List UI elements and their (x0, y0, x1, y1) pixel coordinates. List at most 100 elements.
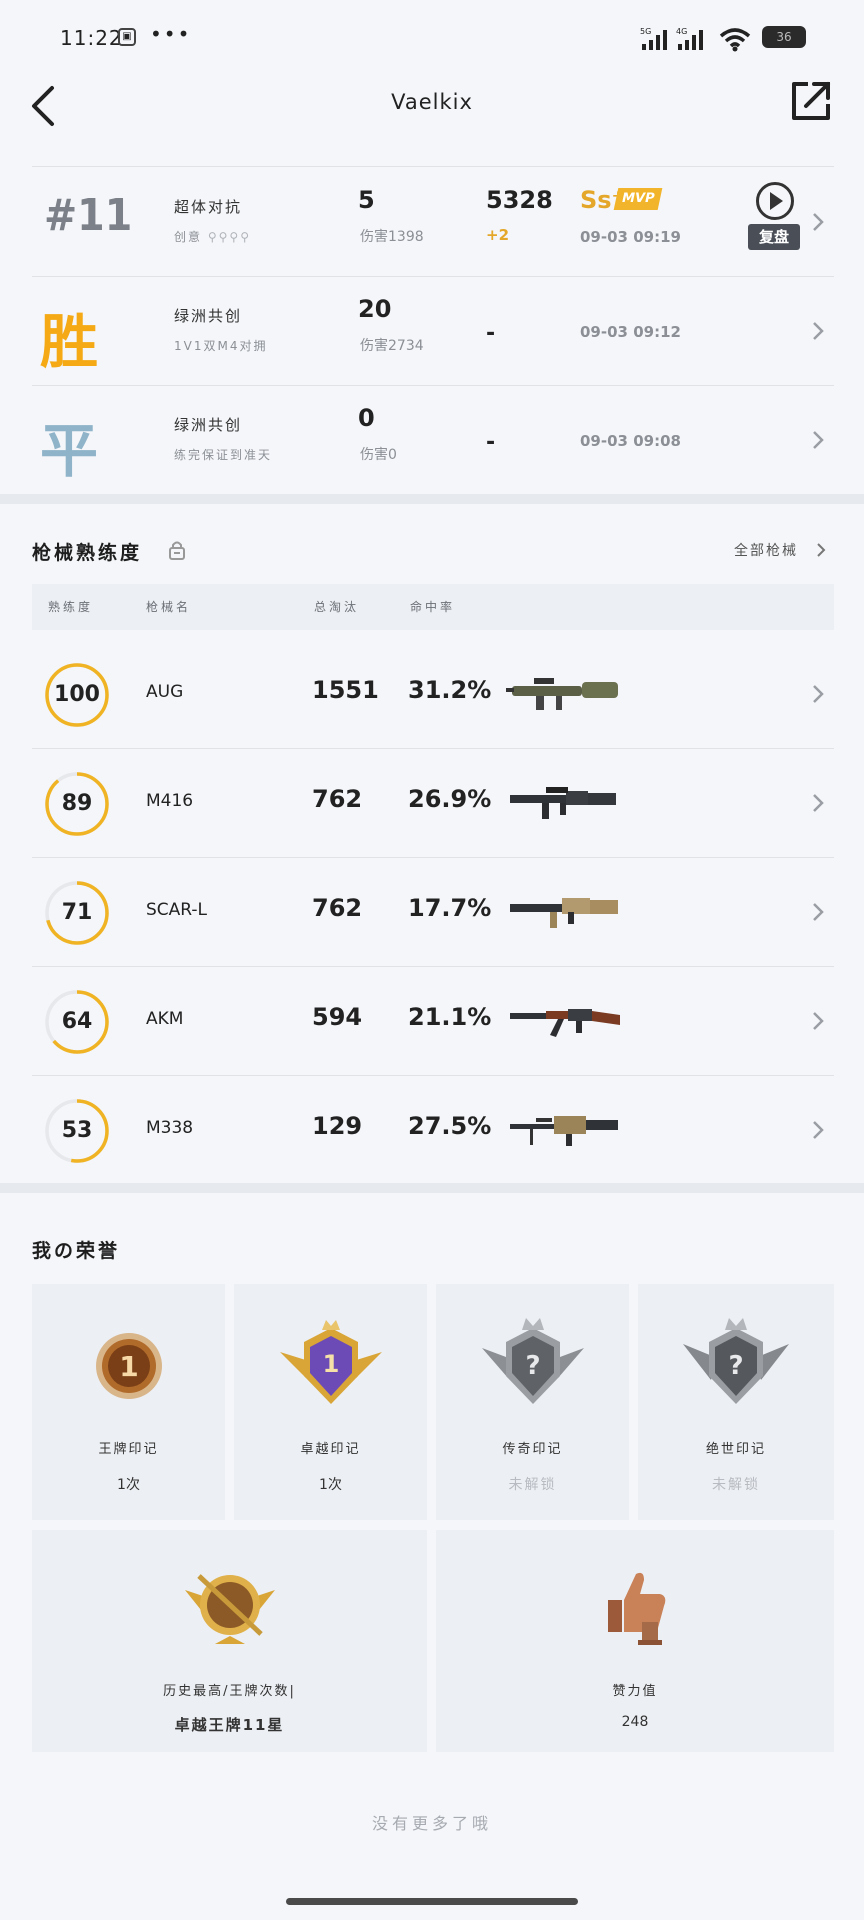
col-proficiency: 熟练度 (48, 600, 94, 614)
weapon-kills: 762 (312, 894, 363, 922)
match-row[interactable]: #11 超体对抗 创意 ⚲⚲⚲⚲ 5 伤害1398 5328 +2 Ss⁺ MV… (0, 168, 864, 276)
weapon-kills: 594 (312, 1003, 363, 1031)
honor-card-likes[interactable]: 赞力值 248 (436, 1530, 834, 1752)
weapon-row[interactable]: 89 M416 762 26.9% (0, 749, 864, 858)
peerless-mark-locked-icon: ? (683, 1318, 789, 1404)
match-rank: #11 (44, 190, 133, 241)
section-divider (0, 1183, 864, 1193)
share-icon[interactable] (786, 76, 836, 126)
team-icon: ⚲⚲⚲⚲ (207, 230, 251, 244)
page-title: Vaelkix (391, 90, 473, 114)
match-row[interactable]: 平 绿洲共创 练完保证到准天 0 伤害0 - 09-03 09:08 (0, 386, 864, 494)
honor-card-highest-ace[interactable]: 历史最高/王牌次数| 卓越王牌11星 (32, 1530, 427, 1752)
chevron-right-icon (813, 322, 824, 340)
col-accuracy: 命中率 (410, 600, 456, 614)
match-kills: 5 (358, 186, 375, 214)
highest-ace-emblem-icon (184, 1574, 275, 1644)
m338-gun-icon (510, 1116, 618, 1146)
honors-section-title: 我の荣誉 (32, 1240, 121, 1262)
signal-5g-icon: 5G (640, 27, 667, 50)
proficiency-value: 100 (54, 682, 100, 707)
svg-text:1: 1 (322, 1350, 339, 1378)
weapon-accuracy: 21.1% (408, 1003, 492, 1031)
home-indicator[interactable] (286, 1898, 578, 1905)
svg-text:?: ? (525, 1351, 540, 1381)
honor-locked-status: 未解锁 (712, 1477, 760, 1493)
mvp-badge: MVP (613, 188, 663, 210)
honor-count: 1次 (117, 1477, 140, 1493)
proficiency-value: 89 (61, 791, 93, 816)
score-delta: +2 (486, 226, 510, 244)
weapon-name: M338 (146, 1118, 194, 1138)
honor-value: 卓越王牌11星 (174, 1716, 285, 1734)
status-bar: 11:22 ▣ ••• 5G 4G 36 (0, 0, 864, 76)
match-kills: 0 (358, 404, 375, 432)
col-total-kills: 总淘汰 (314, 600, 360, 614)
weapon-accuracy: 17.7% (408, 894, 492, 922)
weapon-row[interactable]: 71 SCAR-L 762 17.7% (0, 858, 864, 967)
win-badge: 胜 (40, 308, 99, 376)
weapon-row[interactable]: 53 M338 129 27.5% (0, 1076, 864, 1185)
match-damage: 伤害2734 (360, 338, 424, 354)
weapon-accuracy: 26.9% (408, 785, 492, 813)
proficiency-value: 71 (61, 900, 93, 925)
weapon-row[interactable]: 100 AUG 1551 31.2% (0, 640, 864, 749)
svg-text:?: ? (728, 1351, 743, 1381)
match-submode: 练完保证到准天 (174, 448, 273, 462)
chevron-right-icon (813, 903, 824, 921)
honor-name: 王牌印记 (98, 1442, 159, 1457)
proficiency-value: 53 (61, 1118, 93, 1143)
match-score: - (486, 430, 496, 455)
match-mode: 绿洲共创 (174, 307, 243, 325)
match-date: 09-03 09:12 (580, 323, 681, 341)
all-weapons-link[interactable]: 全部枪械 (734, 540, 798, 560)
weapon-kills: 1551 (312, 676, 379, 704)
weapon-name: SCAR-L (146, 900, 208, 920)
chevron-right-icon (813, 1121, 824, 1139)
chevron-right-icon[interactable] (814, 540, 828, 560)
weapon-name: M416 (146, 791, 194, 811)
match-score: - (486, 321, 496, 346)
chevron-right-icon (813, 431, 824, 449)
ace-mark-emblem-icon: 1 (95, 1333, 162, 1399)
weapon-accuracy: 31.2% (408, 676, 492, 704)
end-of-list-text: 没有更多了哦 (371, 1814, 492, 1833)
honor-card-peerless[interactable]: ? 绝世印记 未解锁 (638, 1284, 834, 1520)
match-damage: 伤害1398 (360, 229, 424, 245)
honor-card-excellence[interactable]: 1 卓越印记 1次 (234, 1284, 427, 1520)
legend-mark-locked-icon: ? (481, 1318, 584, 1404)
chevron-right-icon (813, 685, 824, 703)
honor-locked-status: 未解锁 (508, 1477, 557, 1493)
honor-card-legend[interactable]: ? 传奇印记 未解锁 (436, 1284, 629, 1520)
match-score: 5328 (486, 186, 553, 214)
weapons-table-header: 熟练度 枪械名 总淘汰 命中率 (32, 584, 834, 630)
match-submode: 创意 ⚲⚲⚲⚲ (174, 230, 251, 244)
match-row[interactable]: 胜 绿洲共创 1V1双M4对拥 20 伤害2734 - 09-03 09:12 (0, 277, 864, 385)
svg-text:1: 1 (119, 1350, 138, 1383)
match-submode: 1V1双M4对拥 (174, 339, 268, 353)
match-kills: 20 (358, 295, 392, 323)
section-divider (0, 494, 864, 504)
signal-4g-icon: 4G (676, 27, 703, 50)
honor-value: 248 (621, 1714, 649, 1730)
match-mode: 绿洲共创 (174, 416, 243, 434)
chevron-right-icon (813, 794, 824, 812)
chevron-right-icon (813, 1012, 824, 1030)
honor-name: 历史最高/王牌次数| (163, 1684, 296, 1699)
honor-name: 绝世印记 (705, 1442, 766, 1457)
chevron-right-icon (813, 213, 824, 231)
notification-icon: ▣ (118, 28, 136, 46)
thumbs-up-icon (608, 1572, 666, 1645)
m416-rifle-icon (510, 787, 616, 819)
replay-button[interactable]: 复盘 (748, 182, 800, 262)
weapon-kills: 129 (312, 1112, 363, 1140)
honor-count: 1次 (319, 1477, 342, 1493)
match-mode: 超体对抗 (174, 198, 243, 216)
col-weapon-name: 枪械名 (146, 600, 192, 614)
weapon-row[interactable]: 64 AKM 594 21.1% (0, 967, 864, 1076)
match-date: 09-03 09:19 (580, 228, 681, 246)
honor-card-ace[interactable]: 1 王牌印记 1次 (32, 1284, 225, 1520)
aug-rifle-icon (506, 678, 618, 710)
more-notifications-icon: ••• (150, 22, 192, 46)
lock-icon[interactable] (168, 540, 186, 560)
